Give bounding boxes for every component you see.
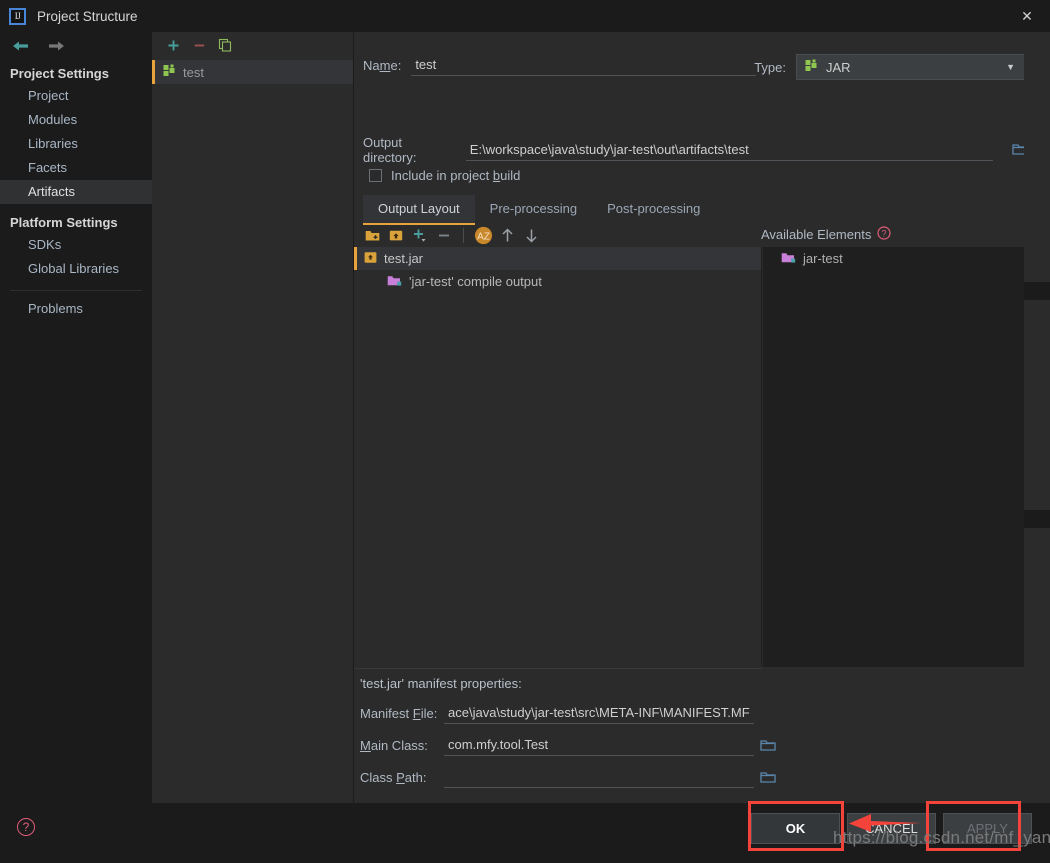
- tree-row-label: 'jar-test' compile output: [409, 274, 542, 289]
- copy-artifact-button[interactable]: [212, 33, 238, 57]
- ok-button[interactable]: OK: [751, 813, 840, 844]
- close-icon[interactable]: ✕: [1004, 0, 1050, 32]
- add-artifact-button[interactable]: [160, 33, 186, 57]
- help-icon[interactable]: ?: [17, 818, 35, 836]
- artifacts-list-panel: test: [152, 32, 354, 803]
- jar-file-icon: [364, 251, 377, 267]
- list-item[interactable]: test: [152, 60, 353, 84]
- archive-add-icon[interactable]: [384, 224, 408, 246]
- folder-browse-icon[interactable]: [759, 738, 777, 752]
- help-icon[interactable]: ?: [877, 226, 891, 243]
- sidebar-item-modules[interactable]: Modules: [0, 108, 152, 132]
- window-title: Project Structure: [37, 8, 138, 24]
- gutter-strip-bottom: [1024, 528, 1050, 803]
- manifest-divider: [354, 668, 762, 669]
- sidebar-item-facets[interactable]: Facets: [0, 156, 152, 180]
- name-input[interactable]: [411, 54, 757, 76]
- sidebar-item-global-libraries[interactable]: Global Libraries: [0, 257, 152, 281]
- arrow-down-icon[interactable]: [519, 224, 543, 246]
- include-in-project-build-checkbox[interactable]: Include in project build: [369, 168, 520, 183]
- class-path-row: Class Path:: [360, 766, 777, 788]
- type-row: Type: JAR ▼: [754, 54, 1025, 80]
- sidebar-item-project[interactable]: Project: [0, 84, 152, 108]
- dialog-footer: ? OK CANCEL APPLY: [0, 803, 1050, 863]
- editor-tabs: Output Layout Pre-processing Post-proces…: [363, 195, 715, 225]
- title-bar: IJ Project Structure ✕: [0, 0, 1050, 32]
- sidebar-item-artifacts[interactable]: Artifacts: [0, 180, 152, 204]
- checkbox-box: [369, 169, 382, 182]
- list-item[interactable]: jar-test: [763, 247, 1050, 270]
- artifacts-toolbar: [152, 32, 353, 58]
- ghost-artifact: [49, 0, 69, 5]
- gutter-strip-top: [1024, 32, 1050, 282]
- tab-output-layout[interactable]: Output Layout: [363, 195, 475, 225]
- compile-output-icon: [387, 274, 402, 290]
- manifest-properties-title: 'test.jar' manifest properties:: [360, 676, 522, 691]
- output-directory-label: Output directory:: [363, 135, 417, 165]
- sidebar-group-project-settings: Project Settings: [10, 66, 109, 81]
- artifact-editor-panel: Name: Type: JAR ▼ Output di: [354, 32, 1050, 824]
- available-elements-header: Available Elements ?: [761, 226, 891, 243]
- sidebar-item-libraries[interactable]: Libraries: [0, 132, 152, 156]
- name-label: Name:: [363, 57, 402, 73]
- output-layout-toolbar: AZ: [360, 224, 543, 246]
- manifest-file-input[interactable]: [444, 702, 754, 724]
- svg-text:?: ?: [882, 228, 887, 238]
- tab-pre-processing[interactable]: Pre-processing: [475, 195, 592, 225]
- chevron-down-icon: ▼: [1006, 62, 1015, 72]
- arrow-right-icon[interactable]: [48, 40, 65, 54]
- output-layout-tree: test.jar 'jar-test' compile output: [354, 247, 762, 667]
- class-path-label: Class Path:: [360, 769, 427, 785]
- tab-post-processing[interactable]: Post-processing: [592, 195, 715, 225]
- arrow-left-icon[interactable]: [12, 40, 29, 54]
- available-elements-tree: jar-test: [763, 247, 1050, 667]
- sidebar-item-problems[interactable]: Problems: [0, 297, 152, 321]
- output-directory-row: Output directory:: [363, 135, 1028, 165]
- tree-row[interactable]: test.jar: [354, 247, 761, 270]
- jar-artifact-icon: [805, 59, 818, 75]
- type-label: Type:: [754, 59, 786, 75]
- list-item-label: jar-test: [803, 251, 843, 266]
- type-dropdown[interactable]: JAR ▼: [796, 54, 1025, 80]
- sort-az-icon[interactable]: AZ: [471, 224, 495, 246]
- cancel-button[interactable]: CANCEL: [847, 813, 936, 844]
- manifest-file-label: Manifest File:: [360, 705, 438, 721]
- module-icon: [781, 251, 796, 267]
- list-item-label: test: [183, 64, 204, 80]
- settings-sidebar: Project Settings Project Modules Librari…: [0, 32, 152, 803]
- gutter-strip-mid: [1024, 300, 1050, 510]
- type-value: JAR: [826, 59, 851, 75]
- tree-row[interactable]: 'jar-test' compile output: [354, 270, 761, 293]
- output-directory-input[interactable]: [465, 139, 993, 161]
- toolbar-divider: [463, 227, 464, 243]
- include-in-project-build-label: Include in project build: [391, 168, 521, 183]
- main-class-label: Main Class:: [360, 737, 428, 753]
- main-class-row: Main Class:: [360, 734, 777, 756]
- jar-artifact-icon: [163, 64, 176, 80]
- sidebar-divider: [10, 290, 142, 291]
- tree-row-label: test.jar: [384, 251, 424, 266]
- svg-text:AZ: AZ: [477, 231, 490, 242]
- main-class-input[interactable]: [444, 734, 754, 756]
- artifacts-list: test: [152, 58, 353, 84]
- folder-add-icon[interactable]: [360, 224, 384, 246]
- available-elements-label: Available Elements: [761, 227, 872, 242]
- remove-artifact-button[interactable]: [186, 33, 212, 57]
- arrow-up-icon[interactable]: [495, 224, 519, 246]
- folder-browse-icon[interactable]: [759, 770, 777, 784]
- manifest-file-row: Manifest File:: [360, 702, 777, 724]
- minus-icon[interactable]: [432, 224, 456, 246]
- sidebar-group-platform-settings: Platform Settings: [10, 215, 118, 230]
- apply-button[interactable]: APPLY: [943, 813, 1032, 844]
- sidebar-nav: [0, 32, 152, 54]
- intellij-logo-icon: IJ: [9, 7, 26, 25]
- plus-dropdown-icon[interactable]: [408, 224, 432, 246]
- class-path-input[interactable]: [444, 766, 754, 788]
- sidebar-item-sdks[interactable]: SDKs: [0, 233, 152, 257]
- dialog-buttons: OK CANCEL APPLY: [751, 813, 1032, 844]
- project-structure-dialog: IJ Project Structure ✕ Project Settings …: [0, 0, 1050, 863]
